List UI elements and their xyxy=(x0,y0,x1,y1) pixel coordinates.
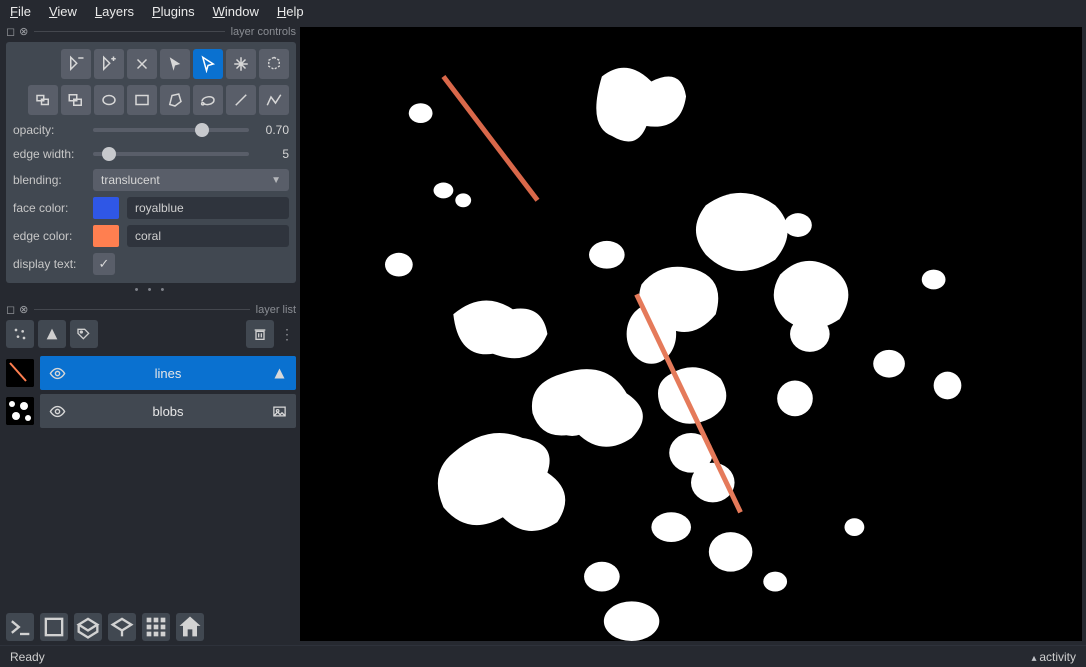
visibility-toggle-lines[interactable] xyxy=(48,365,66,382)
face-color-label: face color: xyxy=(13,201,85,215)
more-icon[interactable]: ⋮ xyxy=(278,326,296,343)
visibility-toggle-blobs[interactable] xyxy=(48,403,66,420)
delete-tool[interactable] xyxy=(127,49,157,79)
layer-name-lines: lines xyxy=(74,366,262,381)
chevron-down-icon: ▼ xyxy=(271,175,281,186)
vertex-insert-tool[interactable] xyxy=(94,49,124,79)
menu-view[interactable]: View xyxy=(49,4,77,19)
layer-list-title: layer list xyxy=(256,304,296,316)
layer-name-blobs: blobs xyxy=(74,404,262,419)
layer-controls-panel: opacity: 0.70 edge width: 5 blending: xyxy=(6,42,296,283)
new-labels-button[interactable] xyxy=(70,320,98,348)
edge-color-label: edge color: xyxy=(13,229,85,243)
vertex-remove-tool[interactable] xyxy=(61,49,91,79)
menu-file[interactable]: File xyxy=(10,4,31,19)
viewer-canvas[interactable] xyxy=(300,27,1082,641)
new-shapes-button[interactable] xyxy=(38,320,66,348)
edge-width-value: 5 xyxy=(257,147,289,161)
grid-button[interactable] xyxy=(142,613,170,641)
opacity-slider[interactable] xyxy=(93,121,249,139)
display-text-checkbox[interactable]: ✓ xyxy=(93,253,115,275)
layer-thumb-lines xyxy=(6,359,34,387)
edge-color-input[interactable]: coral xyxy=(127,225,289,247)
console-button[interactable] xyxy=(6,613,34,641)
edge-color-swatch[interactable] xyxy=(93,225,119,247)
line-tool[interactable] xyxy=(226,85,256,115)
direct-select-tool[interactable] xyxy=(193,49,223,79)
menu-window[interactable]: Window xyxy=(213,4,259,19)
opacity-label: opacity: xyxy=(13,123,85,137)
layer-controls-title: layer controls xyxy=(231,26,296,38)
new-points-button[interactable] xyxy=(6,320,34,348)
lasso-tool[interactable] xyxy=(193,85,223,115)
ndisplay-button[interactable] xyxy=(40,613,68,641)
close-panel-icon[interactable]: ⊗ xyxy=(19,25,28,38)
shapes-layer-icon xyxy=(270,366,288,381)
transform-tool[interactable] xyxy=(259,49,289,79)
layer-row-lines[interactable]: lines xyxy=(6,356,296,390)
status-left: Ready xyxy=(10,650,45,664)
menu-layers[interactable]: Layers xyxy=(95,4,134,19)
close-layerlist-icon[interactable]: ⊗ xyxy=(19,303,28,316)
panel-resize-handle[interactable]: • • • xyxy=(6,287,296,297)
home-button[interactable] xyxy=(176,613,204,641)
edge-width-slider[interactable] xyxy=(93,145,249,163)
path-tool[interactable] xyxy=(259,85,289,115)
rectangle-simple-tool[interactable] xyxy=(127,85,157,115)
layer-controls-header: ◻ ⊗ layer controls xyxy=(6,23,296,38)
menu-plugins[interactable]: Plugins xyxy=(152,4,195,19)
pan-zoom-tool[interactable] xyxy=(226,49,256,79)
image-layer-icon xyxy=(270,404,288,419)
menubar: File View Layers Plugins Window Help xyxy=(0,0,1086,23)
blending-label: blending: xyxy=(13,173,85,187)
polygon-tool[interactable] xyxy=(160,85,190,115)
rectangle-tool[interactable] xyxy=(28,85,58,115)
blending-value: translucent xyxy=(101,173,160,187)
roll-dims-button[interactable] xyxy=(74,613,102,641)
viewer-buttons xyxy=(6,611,296,645)
delete-layer-button[interactable] xyxy=(246,320,274,348)
menu-help[interactable]: Help xyxy=(277,4,304,19)
opacity-value: 0.70 xyxy=(257,123,289,137)
layer-row-blobs[interactable]: blobs xyxy=(6,394,296,428)
rectangle-outline-tool[interactable] xyxy=(61,85,91,115)
layer-list: lines blobs xyxy=(6,356,296,428)
status-activity[interactable]: activity xyxy=(1032,650,1077,664)
display-text-label: display text: xyxy=(13,257,85,271)
layer-thumb-blobs xyxy=(6,397,34,425)
layer-list-toolbar: ⋮ xyxy=(6,320,296,348)
blending-select[interactable]: translucent ▼ xyxy=(93,169,289,191)
left-panel: ◻ ⊗ layer controls xyxy=(0,23,300,645)
transpose-button[interactable] xyxy=(108,613,136,641)
select-tool[interactable] xyxy=(160,49,190,79)
layer-list-header: ◻ ⊗ layer list xyxy=(6,301,296,316)
edge-width-label: edge width: xyxy=(13,147,85,161)
face-color-swatch[interactable] xyxy=(93,197,119,219)
float-panel-icon[interactable]: ◻ xyxy=(6,25,15,38)
statusbar: Ready activity xyxy=(0,645,1086,667)
face-color-input[interactable]: royalblue xyxy=(127,197,289,219)
float-layerlist-icon[interactable]: ◻ xyxy=(6,303,15,316)
layer-bar-lines[interactable]: lines xyxy=(40,356,296,390)
layer-bar-blobs[interactable]: blobs xyxy=(40,394,296,428)
ellipse-tool[interactable] xyxy=(94,85,124,115)
